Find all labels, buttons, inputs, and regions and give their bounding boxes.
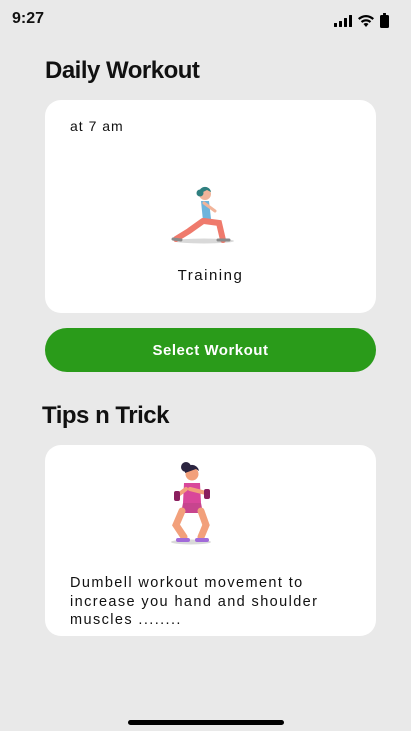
battery-icon xyxy=(380,13,389,28)
tip-description: Dumbell workout movement to increase you… xyxy=(70,575,319,628)
daily-workout-card[interactable]: at 7 am Training xyxy=(45,100,376,313)
daily-workout-heading: Daily Workout xyxy=(45,57,200,84)
tips-heading: Tips n Trick xyxy=(42,402,169,429)
select-workout-button[interactable]: Select Workout xyxy=(45,328,376,372)
wifi-icon xyxy=(358,14,374,27)
home-indicator[interactable] xyxy=(128,720,284,725)
status-bar: 9:27 xyxy=(0,0,411,40)
status-icons xyxy=(334,13,389,28)
tips-card[interactable]: Dumbell workout movement to increase you… xyxy=(45,445,376,636)
training-illustration xyxy=(171,186,234,244)
workout-time: at 7 am xyxy=(70,118,124,134)
dumbbell-workout-illustration xyxy=(171,462,211,545)
workout-caption: Training xyxy=(177,267,244,284)
status-time: 9:27 xyxy=(12,10,45,27)
signal-icon xyxy=(334,14,352,27)
